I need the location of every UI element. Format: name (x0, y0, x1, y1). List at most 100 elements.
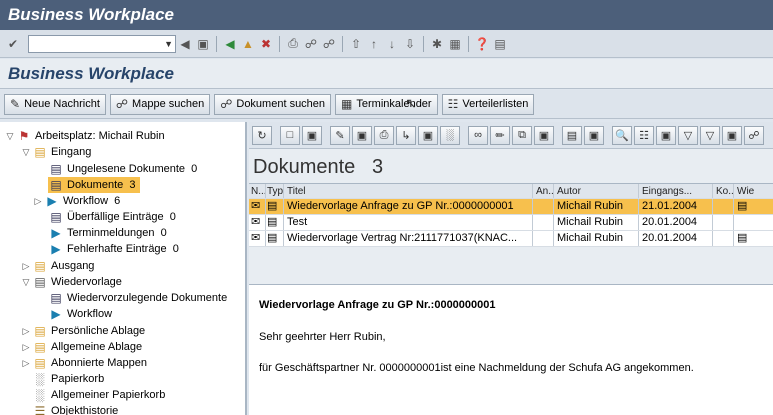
filter-icon[interactable]: ▽ (678, 125, 698, 145)
expand-icon[interactable]: ▷ (20, 323, 32, 339)
preview-subject: Wiedervorlage Anfrage zu GP Nr.:00000000… (259, 299, 496, 311)
trash-icon: ░ (35, 388, 45, 402)
edit-icon[interactable]: ✏ (490, 125, 510, 145)
expand-icon[interactable]: ▷ (20, 339, 32, 355)
distribution-lists-button[interactable]: ☷ Verteilerlisten (441, 93, 535, 115)
tree-node-subscribed[interactable]: ▷ ▤ Abonnierte Mappen (20, 355, 147, 371)
tree-node-general-trash[interactable]: ░ Allgemeiner Papierkorb (32, 387, 166, 403)
command-field[interactable]: ▼ (28, 34, 176, 53)
reply-icon[interactable]: ✎ (330, 125, 350, 145)
mouse-cursor-icon: ↖ (405, 95, 417, 111)
columns-menu-icon[interactable]: ▣ (656, 125, 676, 145)
display-menu-icon[interactable]: ▣ (302, 125, 322, 145)
cancel-icon[interactable]: ✖ (258, 36, 274, 52)
tree-node-personal[interactable]: ▷ ▤ Persönliche Ablage (20, 323, 146, 339)
expand-icon[interactable]: ▷ (20, 258, 32, 274)
history-icon: ☰ (34, 404, 46, 415)
save-icon[interactable]: ▣ (195, 36, 211, 52)
find-icon[interactable]: ☍ (744, 125, 764, 145)
list-toolbar: ↻ □ ▣ ✎ ▣ ⎙ ↳ ▣ ░ ∞ ✏ ⧉ ▣ ▤ ▣ 🔍 ☷ ▣ ▽ ▽ … (249, 122, 773, 149)
tree-node-resub-documents[interactable]: ▤ Wiedervorzulegende Dokumente (48, 290, 227, 306)
print-icon[interactable]: ⎙ (374, 125, 394, 145)
column-header[interactable]: Autor (554, 184, 639, 198)
refresh-icon[interactable]: ↻ (252, 125, 272, 145)
filter-menu-icon[interactable]: ▣ (722, 125, 742, 145)
document-pane: ↻ □ ▣ ✎ ▣ ⎙ ↳ ▣ ░ ∞ ✏ ⧉ ▣ ▤ ▣ 🔍 ☷ ▣ ▽ ▽ … (249, 122, 773, 415)
window-title: Business Workplace (0, 0, 773, 30)
enter-icon[interactable]: ✔ (5, 36, 21, 52)
back-arrow-icon[interactable]: ◀ (177, 36, 193, 52)
forward-icon[interactable]: ↳ (396, 125, 416, 145)
column-header[interactable]: An... (533, 184, 554, 198)
display-icon[interactable]: □ (280, 125, 300, 145)
tree-node-documents[interactable]: ▤ Dokumente 3 (48, 177, 140, 193)
chevron-down-icon[interactable]: ▼ (164, 39, 173, 49)
collapse-icon[interactable]: ▽ (20, 274, 32, 290)
table-row[interactable]: ✉ ▤ Wiedervorlage Vertrag Nr:2111771037(… (249, 231, 773, 247)
tree-node-overdue[interactable]: ▤ Überfällige Einträge 0 (48, 209, 176, 225)
columns-icon[interactable]: ☷ (634, 125, 654, 145)
delete-icon[interactable]: ░ (440, 125, 460, 145)
folder-open-icon: ▤ (34, 145, 46, 159)
workflow-icon: ▶ (51, 307, 61, 321)
tree-node-errors[interactable]: ▶ Fehlerhafte Einträge 0 (48, 241, 179, 257)
layout-icon[interactable]: ▤ (562, 125, 582, 145)
previous-page-icon[interactable]: ↑ (366, 36, 382, 52)
application-toolbar: ✎ Neue Nachricht ☍ Mappe suchen ☍ Dokument … (0, 90, 773, 119)
column-header[interactable]: Typ (266, 184, 284, 198)
collapse-icon[interactable]: ▽ (20, 144, 32, 160)
column-header[interactable]: Eingangs... (639, 184, 713, 198)
copy-menu-icon[interactable]: ▣ (534, 125, 554, 145)
back-icon[interactable]: ◀ (222, 36, 238, 52)
preview-greeting: Sehr geehrter Herr Rubin, (259, 331, 386, 343)
envelope-open-icon: ✉ (249, 199, 266, 214)
find-icon[interactable]: ☍ (303, 36, 319, 52)
tree-node-workflow[interactable]: ▷ ▶ Workflow 6 (32, 193, 121, 209)
copy-icon[interactable]: ⧉ (512, 125, 532, 145)
tree-node-appointments[interactable]: ▶ Terminmeldungen 0 (48, 225, 166, 241)
expand-icon[interactable]: ▷ (20, 355, 32, 371)
find-document-button[interactable]: ☍ Dokument suchen (214, 93, 332, 115)
filter-set-icon[interactable]: ▽ (700, 125, 720, 145)
last-page-icon[interactable]: ⇩ (402, 36, 418, 52)
collapse-icon[interactable]: ▽ (4, 128, 16, 144)
document-table: N... Typ Titel An... Autor Eingangs... K… (249, 183, 773, 247)
column-header[interactable]: Titel (284, 184, 533, 198)
link-icon[interactable]: ∞ (468, 125, 488, 145)
layout-menu-icon[interactable]: ▤ (492, 36, 508, 52)
column-header[interactable]: Ko... (713, 184, 734, 198)
tree-node-root[interactable]: ▽ ⚑ Arbeitsplatz: Michail Rubin (4, 128, 165, 144)
workflow-icon: ▶ (51, 226, 61, 240)
reply-menu-icon[interactable]: ▣ (352, 125, 372, 145)
tree-node-outbox[interactable]: ▷ ▤ Ausgang (20, 258, 95, 274)
shortcut-icon[interactable]: ▦ (447, 36, 463, 52)
calendar-button[interactable]: ▦ Terminkalender (335, 93, 438, 115)
details-icon[interactable]: 🔍 (612, 125, 632, 145)
tree-node-unread[interactable]: ▤ Ungelesene Dokumente 0 (48, 161, 197, 177)
column-header[interactable]: N... (249, 184, 266, 198)
first-page-icon[interactable]: ⇧ (348, 36, 364, 52)
exit-icon[interactable]: ▲ (240, 36, 256, 52)
expand-icon[interactable]: ▷ (32, 193, 44, 209)
tree-node-resub-workflow[interactable]: ▶ Workflow (48, 306, 112, 322)
table-row[interactable]: ✉ ▤ Wiedervorlage Anfrage zu GP Nr.:0000… (249, 199, 773, 215)
tree-node-trash[interactable]: ░ Papierkorb (32, 371, 104, 387)
new-message-button[interactable]: ✎ Neue Nachricht (4, 93, 106, 115)
folder-icon: ▤ (34, 324, 46, 338)
find-folder-button[interactable]: ☍ Mappe suchen (109, 93, 211, 115)
tree-node-general[interactable]: ▷ ▤ Allgemeine Ablage (20, 339, 143, 355)
table-row[interactable]: ✉ ▤ Test Michail Rubin 20.01.2004 (249, 215, 773, 231)
forward-menu-icon[interactable]: ▣ (418, 125, 438, 145)
find-next-icon[interactable]: ☍ (321, 36, 337, 52)
table-header: N... Typ Titel An... Autor Eingangs... K… (249, 184, 773, 199)
next-page-icon[interactable]: ↓ (384, 36, 400, 52)
tree-node-inbox[interactable]: ▽ ▤ Eingang (20, 144, 92, 160)
help-icon[interactable]: ❓ (474, 36, 490, 52)
column-header[interactable]: Wie (734, 184, 773, 198)
tree-node-history[interactable]: ☰ Objekthistorie (32, 403, 119, 415)
print-icon[interactable]: ⎙ (285, 36, 301, 52)
layout-menu-icon[interactable]: ▣ (584, 125, 604, 145)
new-session-icon[interactable]: ✱ (429, 36, 445, 52)
document-icon: ▤ (50, 291, 62, 305)
tree-node-resubmission[interactable]: ▽ ▤ Wiedervorlage (20, 274, 122, 290)
